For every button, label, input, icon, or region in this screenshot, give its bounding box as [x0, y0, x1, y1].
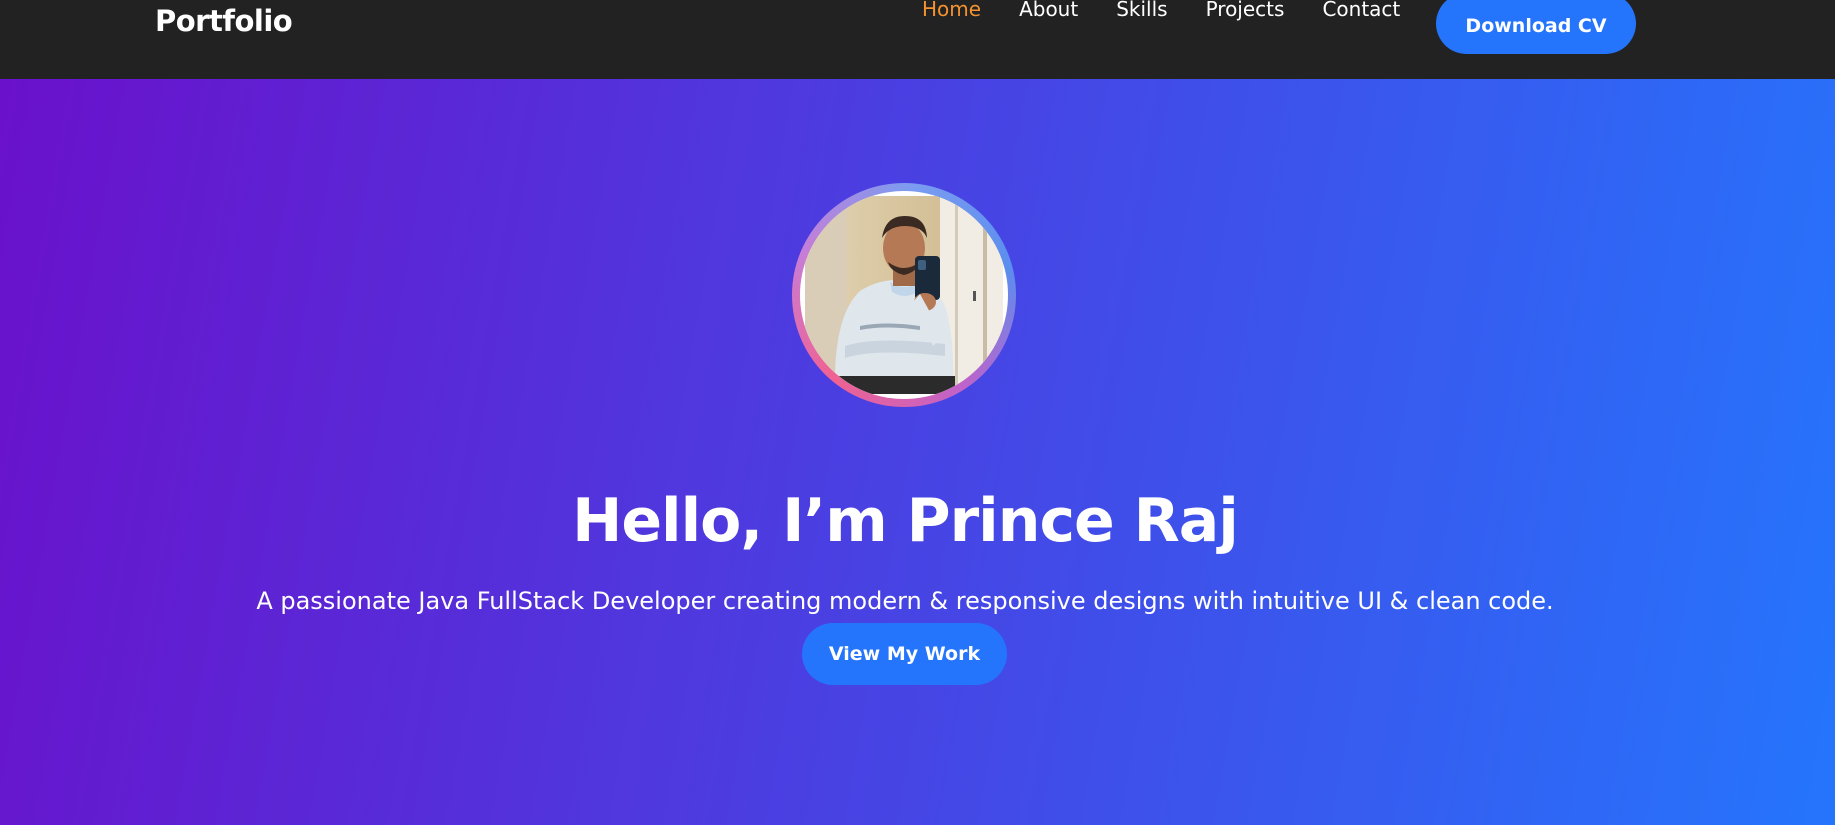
nav-links: Home About Skills Projects Contact	[922, 0, 1438, 22]
nav-link-skills[interactable]: Skills	[1116, 0, 1167, 22]
hero-title: Hello, I’m Prince Raj	[572, 486, 1239, 557]
avatar	[800, 191, 1008, 399]
view-my-work-button[interactable]: View My Work	[802, 623, 1007, 685]
nav-link-home[interactable]: Home	[922, 0, 981, 22]
navbar: Portfolio Home About Skills Projects Con…	[0, 0, 1835, 79]
nav-link-about[interactable]: About	[1019, 0, 1078, 22]
profile-photo	[805, 196, 1003, 394]
brand-logo[interactable]: Portfolio	[155, 4, 293, 38]
nav-link-contact[interactable]: Contact	[1322, 0, 1400, 22]
download-cv-button[interactable]: Download CV	[1436, 0, 1636, 54]
hero-subtitle: A passionate Java FullStack Developer cr…	[256, 587, 1554, 615]
nav-link-projects[interactable]: Projects	[1206, 0, 1285, 22]
